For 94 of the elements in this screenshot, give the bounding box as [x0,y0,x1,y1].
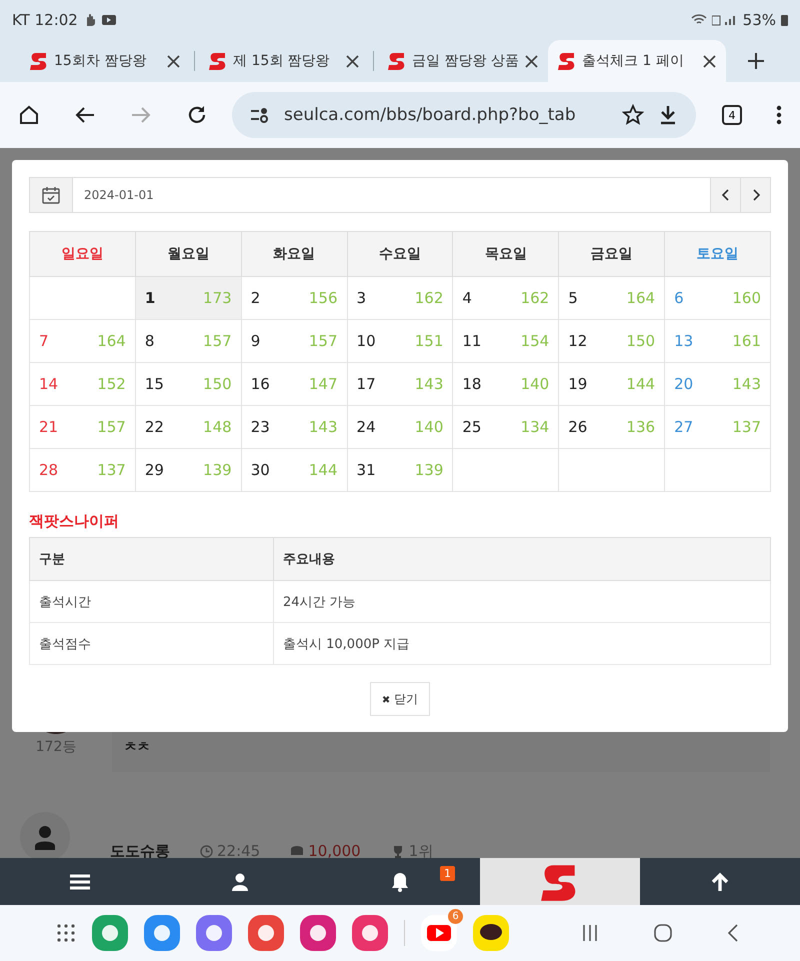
calendar-day[interactable]: 5 164 [558,276,665,320]
post-author: 도도슈롱 [110,842,170,858]
post-time: 22:45 [217,842,260,858]
calendar-day[interactable]: 11 154 [452,320,559,362]
comment-text: ㅊㅊ [124,739,150,756]
calendar-day[interactable]: 25 134 [452,406,559,448]
app-icon[interactable] [352,915,388,951]
site-logo-icon [209,51,227,71]
app-badge: 6 [448,909,463,924]
wifi-icon [690,14,707,26]
weekday-header: 수요일 [347,232,453,276]
menu-icon[interactable] [776,105,782,125]
recents-icon[interactable] [581,924,599,942]
chat-app-icon[interactable] [473,915,509,951]
close-button[interactable]: ✖ 닫기 [370,682,430,716]
weekday-header: 목요일 [452,232,559,276]
browser-tab[interactable]: 제 15회 짬당왕 [199,40,369,82]
weekday-header: 월요일 [135,232,242,276]
calendar-day[interactable]: 21 157 [30,406,136,448]
browser-tab[interactable]: 금일 짬당왕 상품 [378,40,548,82]
close-icon[interactable] [703,54,716,68]
app-icon[interactable] [92,915,128,951]
calendar-day[interactable]: 26 136 [558,406,665,448]
calendar-day[interactable]: 14 152 [30,362,136,406]
column-header: 구분 [30,538,274,580]
app-icon[interactable] [248,915,284,951]
weekday-header: 금요일 [558,232,665,276]
browser-tab[interactable]: 출석체크 1 페이 [548,40,726,82]
calendar-day[interactable]: 2 156 [241,276,348,320]
download-icon[interactable] [658,104,678,126]
signal-icon [712,14,738,26]
weekday-header: 일요일 [30,232,136,276]
post-rank: 1위 [408,842,434,858]
battery-percent: 53% [742,11,776,29]
address-field[interactable]: seulca.com/bbs/board.php?bo_tab [232,92,696,138]
star-icon[interactable] [622,104,644,126]
calendar-day[interactable]: 23 143 [241,406,348,448]
site-settings-icon[interactable] [250,107,270,123]
carrier-time: KT 12:02 [12,11,78,29]
table-cell: 24시간 가능 [274,580,770,622]
user-rank: 172등 [36,738,76,756]
home-button-icon[interactable] [653,923,673,943]
calendar-day[interactable]: 4 162 [452,276,559,320]
calendar-day[interactable]: 30 144 [241,448,348,492]
menu-icon[interactable] [70,874,90,890]
calendar-day[interactable]: 28 137 [30,448,136,492]
calendar-day[interactable]: 17 143 [347,362,453,406]
site-logo-icon [388,51,406,71]
close-icon[interactable] [525,54,538,68]
app-icon[interactable] [144,915,180,951]
calendar-day[interactable]: 12 150 [558,320,665,362]
apps-grid-icon[interactable] [56,923,76,943]
section-title: 잭팟스나이퍼 [29,512,120,531]
battery-icon [781,14,788,26]
column-header: 주요내용 [274,538,770,580]
tab-count[interactable]: 4 [722,105,742,125]
close-icon[interactable] [346,54,359,68]
app-icon[interactable] [196,915,232,951]
table-cell: 출석점수 [30,622,274,664]
calendar-day[interactable]: 16 147 [241,362,348,406]
table-cell: 출석시간 [30,580,274,622]
reload-icon[interactable] [186,104,208,126]
calendar-day[interactable]: 22 148 [135,406,242,448]
calendar-day[interactable]: 29 139 [135,448,242,492]
table-cell: 출석시 10,000P 지급 [274,622,770,664]
close-icon[interactable] [167,54,180,68]
app-icon[interactable] [300,915,336,951]
calendar-day[interactable]: 3 162 [347,276,453,320]
notification-badge: 1 [440,866,455,881]
calendar-day[interactable]: 9 157 [241,320,348,362]
calendar-day[interactable]: 31 139 [347,448,453,492]
new-tab-icon[interactable] [748,53,764,69]
clock-icon [200,844,213,858]
back-nav-icon[interactable] [727,923,739,943]
bell-icon[interactable] [390,872,410,892]
calendar-day[interactable]: 10 151 [347,320,453,362]
video-icon [102,14,116,26]
calendar-day[interactable]: 19 144 [558,362,665,406]
browser-tab[interactable]: 15회차 짬당왕 [20,40,190,82]
user-avatar-icon [20,812,70,858]
home-icon[interactable] [18,104,40,126]
user-icon[interactable] [232,872,248,890]
weekday-header: 토요일 [664,232,770,276]
site-logo-icon [558,51,576,71]
calendar-day[interactable]: 18 140 [452,362,559,406]
calendar-day[interactable]: 7 164 [30,320,136,362]
weekday-header: 화요일 [241,232,348,276]
site-logo-icon [30,51,48,71]
calendar-day[interactable]: 24 140 [347,406,453,448]
arrow-up-icon[interactable] [710,872,730,892]
calendar-day[interactable]: 15 150 [135,362,242,406]
post-points: 10,000 [308,842,361,858]
calendar-day[interactable]: 1 173 [135,276,242,320]
calendar-day[interactable]: 8 157 [135,320,242,362]
